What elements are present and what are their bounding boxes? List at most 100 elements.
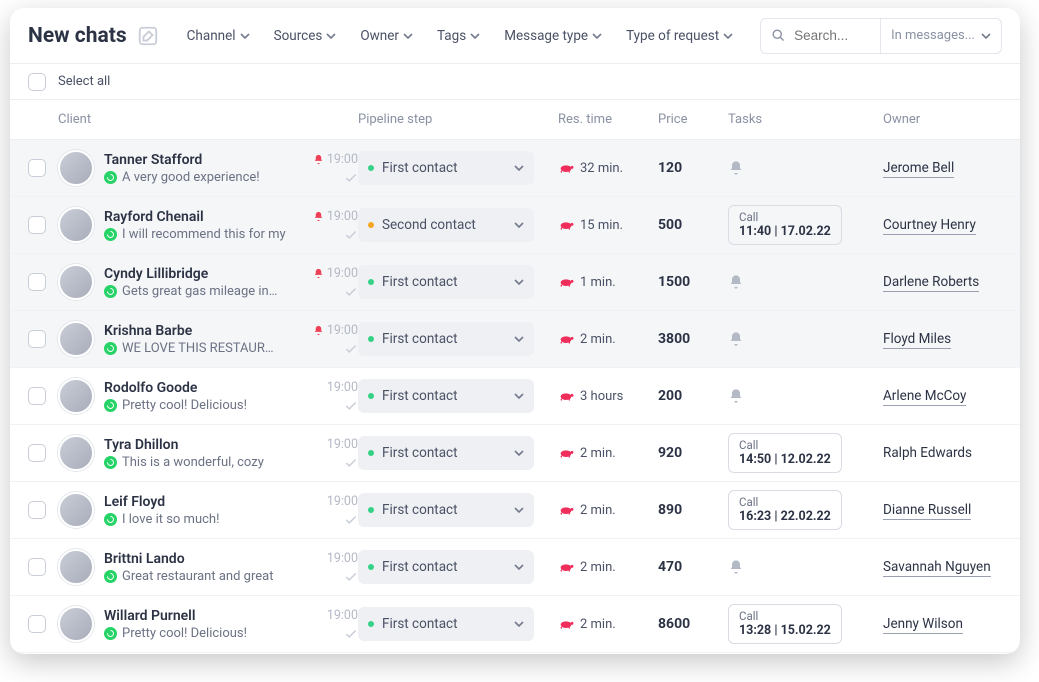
- row-checkbox[interactable]: [28, 501, 46, 519]
- compose-icon[interactable]: [137, 25, 159, 47]
- col-price[interactable]: Price: [658, 112, 728, 127]
- chevron-down-icon: [514, 220, 524, 230]
- filter-sources[interactable]: Sources: [264, 22, 347, 50]
- response-time: 15 min.: [580, 218, 623, 233]
- pipeline-label: First contact: [382, 502, 458, 518]
- avatar[interactable]: [58, 150, 94, 186]
- select-all-checkbox[interactable]: [28, 73, 46, 91]
- pipeline-select[interactable]: First contact: [358, 493, 534, 527]
- avatar[interactable]: [58, 606, 94, 642]
- avatar[interactable]: [58, 264, 94, 300]
- task-card[interactable]: Call 16:23 | 22.02.22: [728, 490, 842, 530]
- table-row[interactable]: Cyndy Lillibridge Gets great gas mileage…: [10, 254, 1020, 311]
- table-body: Tanner Stafford A very good experience! …: [10, 140, 1020, 653]
- col-client[interactable]: Client: [58, 112, 358, 127]
- owner-link[interactable]: Jenny Wilson: [883, 616, 963, 634]
- table-row[interactable]: Brittni Lando Great restaurant and great…: [10, 539, 1020, 596]
- table-row[interactable]: Tyra Dhillon This is a wonderful, cozy 1…: [10, 425, 1020, 482]
- avatar[interactable]: [58, 492, 94, 528]
- avatar[interactable]: [58, 321, 94, 357]
- message-time: 19:00: [327, 380, 358, 395]
- pipeline-label: First contact: [382, 388, 458, 404]
- check-icon: [344, 456, 358, 470]
- row-checkbox[interactable]: [28, 216, 46, 234]
- col-tasks[interactable]: Tasks: [728, 112, 883, 127]
- owner-link[interactable]: Arlene McCoy: [883, 388, 966, 406]
- owner-link[interactable]: Jerome Bell: [883, 160, 954, 178]
- table-row[interactable]: Rodolfo Goode Pretty cool! Delicious! 19…: [10, 368, 1020, 425]
- row-checkbox[interactable]: [28, 558, 46, 576]
- avatar[interactable]: [58, 207, 94, 243]
- bell-icon[interactable]: [728, 160, 744, 176]
- pipeline-select[interactable]: First contact: [358, 265, 534, 299]
- table-row[interactable]: Willard Purnell Pretty cool! Delicious! …: [10, 596, 1020, 653]
- price: 500: [658, 217, 728, 233]
- owner-link[interactable]: Savannah Nguyen: [883, 559, 991, 577]
- table-row[interactable]: Tanner Stafford A very good experience! …: [10, 140, 1020, 197]
- pipeline-select[interactable]: First contact: [358, 436, 534, 470]
- row-checkbox[interactable]: [28, 330, 46, 348]
- table-row[interactable]: Krishna Barbe WE LOVE THIS RESTAUR… 19:0…: [10, 311, 1020, 368]
- bell-alert-icon: [313, 268, 324, 279]
- pipeline-label: Second contact: [382, 217, 476, 233]
- whatsapp-icon: [104, 570, 117, 583]
- filter-request-type[interactable]: Type of request: [616, 22, 743, 50]
- bell-icon[interactable]: [728, 331, 744, 347]
- filter-channel[interactable]: Channel: [177, 22, 260, 50]
- owner-link[interactable]: Floyd Miles: [883, 331, 951, 349]
- table-row[interactable]: Rayford Chenail I will recommend this fo…: [10, 197, 1020, 254]
- check-icon: [344, 570, 358, 584]
- owner-link[interactable]: Darlene Roberts: [883, 274, 979, 292]
- filter-bar: Channel Sources Owner Tags Message type …: [177, 22, 744, 50]
- turtle-icon: [558, 447, 574, 459]
- pipeline-select[interactable]: First contact: [358, 607, 534, 641]
- chevron-down-icon: [403, 31, 413, 41]
- chevron-down-icon: [592, 31, 602, 41]
- pipeline-select[interactable]: First contact: [358, 322, 534, 356]
- whatsapp-icon: [104, 342, 117, 355]
- pipeline-select[interactable]: First contact: [358, 379, 534, 413]
- filter-message-type[interactable]: Message type: [494, 22, 612, 50]
- avatar[interactable]: [58, 549, 94, 585]
- avatar[interactable]: [58, 378, 94, 414]
- check-icon: [344, 171, 358, 185]
- col-res[interactable]: Res. time: [558, 112, 658, 127]
- chevron-down-icon: [514, 619, 524, 629]
- search-input[interactable]: [794, 28, 864, 43]
- select-all-row: Select all: [10, 64, 1020, 100]
- task-card[interactable]: Call 14:50 | 12.02.22: [728, 433, 842, 473]
- filter-tags[interactable]: Tags: [427, 22, 490, 50]
- row-checkbox[interactable]: [28, 444, 46, 462]
- row-checkbox[interactable]: [28, 273, 46, 291]
- bell-icon[interactable]: [728, 559, 744, 575]
- bell-icon[interactable]: [728, 274, 744, 290]
- bell-icon[interactable]: [728, 388, 744, 404]
- row-checkbox[interactable]: [28, 615, 46, 633]
- task-card[interactable]: Call 11:40 | 17.02.22: [728, 205, 842, 245]
- client-name: Willard Purnell: [104, 608, 195, 624]
- row-checkbox[interactable]: [28, 159, 46, 177]
- row-checkbox[interactable]: [28, 387, 46, 405]
- col-pipeline[interactable]: Pipeline step: [358, 112, 558, 127]
- owner-link[interactable]: Ralph Edwards: [883, 445, 972, 462]
- owner-link[interactable]: Dianne Russell: [883, 502, 971, 520]
- price: 1500: [658, 274, 728, 290]
- message-time: 19:00: [327, 494, 358, 509]
- pipeline-select[interactable]: First contact: [358, 550, 534, 584]
- message-preview: Pretty cool! Delicious!: [122, 398, 247, 413]
- pipeline-select[interactable]: Second contact: [358, 208, 534, 242]
- chevron-down-icon: [514, 448, 524, 458]
- message-time: 19:00: [327, 551, 358, 566]
- col-owner[interactable]: Owner: [883, 112, 1002, 127]
- turtle-icon: [558, 162, 574, 174]
- filter-owner[interactable]: Owner: [350, 22, 423, 50]
- pipeline-select[interactable]: First contact: [358, 151, 534, 185]
- pipeline-label: First contact: [382, 331, 458, 347]
- owner-link[interactable]: Courtney Henry: [883, 217, 976, 235]
- message-time: 19:00: [327, 608, 358, 623]
- task-card[interactable]: Call 13:28 | 15.02.22: [728, 604, 842, 644]
- bell-alert-icon: [313, 154, 324, 165]
- avatar[interactable]: [58, 435, 94, 471]
- table-row[interactable]: Leif Floyd I love it so much! 19:00 Firs…: [10, 482, 1020, 539]
- search-scope-select[interactable]: In messages...: [881, 19, 1001, 53]
